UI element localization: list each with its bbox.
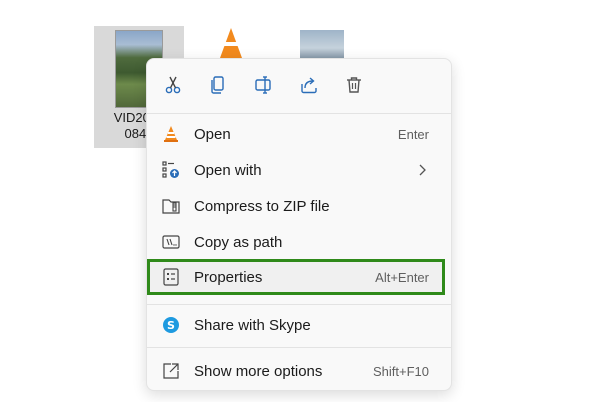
menu-item-show-more-options[interactable]: Show more options Shift+F10 [153, 354, 443, 388]
menu-item-open[interactable]: Open Enter [153, 117, 443, 151]
menu-item-label: Open with [194, 161, 262, 179]
menu-item-shortcut: Enter [397, 126, 429, 142]
skype-icon: S [162, 316, 180, 334]
menu-item-label: Show more options [194, 362, 323, 380]
show-more-options-icon [162, 362, 180, 380]
open-with-icon [162, 161, 180, 179]
delete-button[interactable] [340, 71, 368, 99]
menu-item-label: Open [194, 125, 231, 143]
menu-item-label: Copy as path [194, 233, 283, 251]
scissors-icon [165, 76, 181, 94]
menu-item-label: Share with Skype [194, 316, 311, 334]
toolbar-separator [147, 113, 451, 114]
cut-button[interactable] [159, 71, 187, 99]
vlc-file-icon-stripe [223, 42, 239, 46]
menu-item-properties[interactable]: Properties Alt+Enter [153, 260, 443, 294]
vlc-icon [162, 125, 180, 143]
menu-item-compress-zip[interactable]: Compress to ZIP file [153, 189, 443, 223]
menu-item-shortcut: Alt+Enter [375, 269, 429, 285]
svg-text:S: S [167, 319, 175, 332]
copy-button[interactable] [204, 71, 232, 99]
menu-item-share-skype[interactable]: S Share with Skype [153, 308, 443, 342]
menu-item-label: Compress to ZIP file [194, 197, 330, 215]
share-icon [301, 77, 317, 94]
copy-icon [211, 76, 224, 94]
share-button[interactable] [295, 71, 323, 99]
menu-separator [147, 347, 451, 348]
menu-item-shortcut: Shift+F10 [372, 363, 429, 379]
image-file-thumbnail[interactable] [300, 30, 344, 60]
context-menu: Open Enter Open with Compress to ZIP fil… [146, 58, 452, 391]
menu-item-open-with[interactable]: Open with [153, 153, 443, 187]
menu-item-label: Properties [194, 268, 263, 286]
rename-button[interactable] [250, 71, 278, 99]
trash-icon [347, 77, 361, 93]
zip-folder-icon [162, 197, 180, 215]
properties-icon [162, 268, 180, 286]
menu-item-copy-as-path[interactable]: Copy as path [153, 225, 443, 259]
copy-path-icon [162, 233, 180, 251]
menu-toolbar [147, 59, 451, 111]
menu-separator [147, 304, 451, 305]
chevron-right-icon [417, 163, 427, 177]
rename-icon [255, 76, 271, 94]
